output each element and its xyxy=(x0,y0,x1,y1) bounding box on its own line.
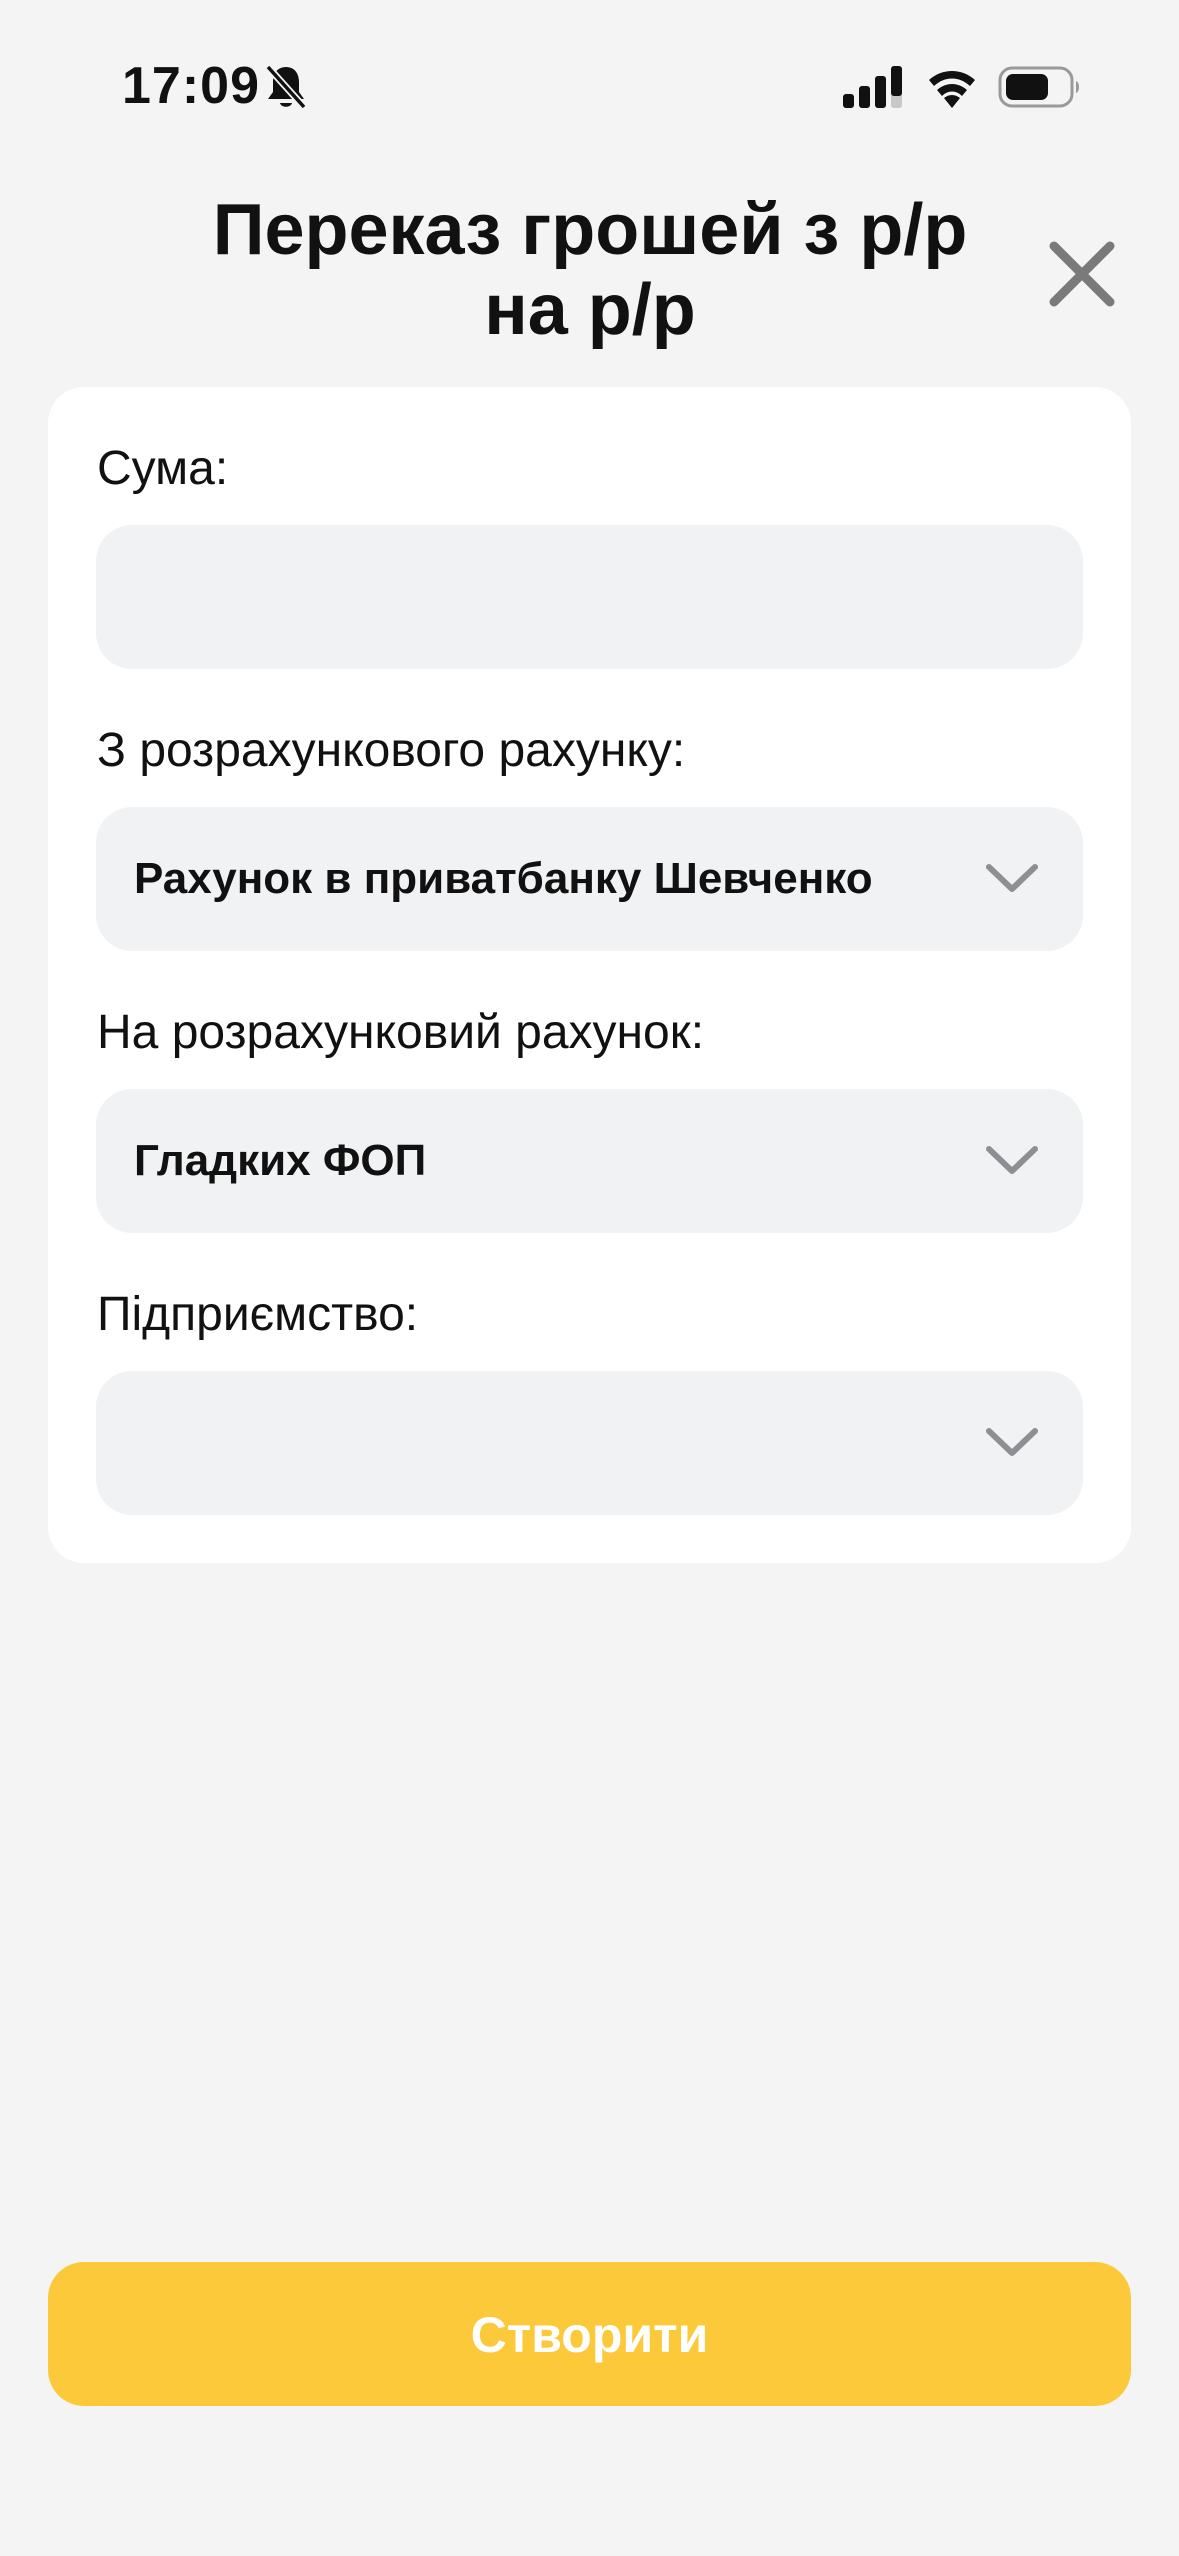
chevron-down-icon xyxy=(986,864,1038,892)
chevron-down-icon xyxy=(986,1428,1038,1456)
close-icon[interactable] xyxy=(1040,232,1124,316)
amount-label: Сума: xyxy=(97,442,229,495)
signal-icon xyxy=(843,66,902,108)
from-account-selected-value: Рахунок в приватбанку Шевченко xyxy=(134,854,873,903)
to-account-label: На розрахунковий рахунок: xyxy=(97,1006,705,1059)
to-account-select[interactable]: Гладких ФОП xyxy=(96,1089,1083,1233)
wifi-icon xyxy=(929,71,975,108)
enterprise-select[interactable] xyxy=(96,1371,1083,1515)
transfer-form-card: Сума: З розрахункового рахунку: Рахунок … xyxy=(48,387,1131,1563)
from-account-label: З розрахункового рахунку: xyxy=(97,724,686,777)
to-account-selected-value: Гладких ФОП xyxy=(134,1136,427,1185)
page-title: Переказ грошей з р/р на р/р xyxy=(212,190,968,350)
from-account-select[interactable]: Рахунок в приватбанку Шевченко xyxy=(96,807,1083,951)
bell-off-icon xyxy=(265,64,307,110)
battery-icon xyxy=(998,66,1079,108)
amount-input[interactable] xyxy=(96,525,1083,669)
enterprise-label: Підприємство: xyxy=(97,1288,419,1341)
chevron-down-icon xyxy=(986,1146,1038,1174)
status-bar: 17:09 xyxy=(0,0,1179,170)
create-button[interactable]: Створити xyxy=(48,2262,1131,2406)
status-time: 17:09 xyxy=(122,57,260,115)
